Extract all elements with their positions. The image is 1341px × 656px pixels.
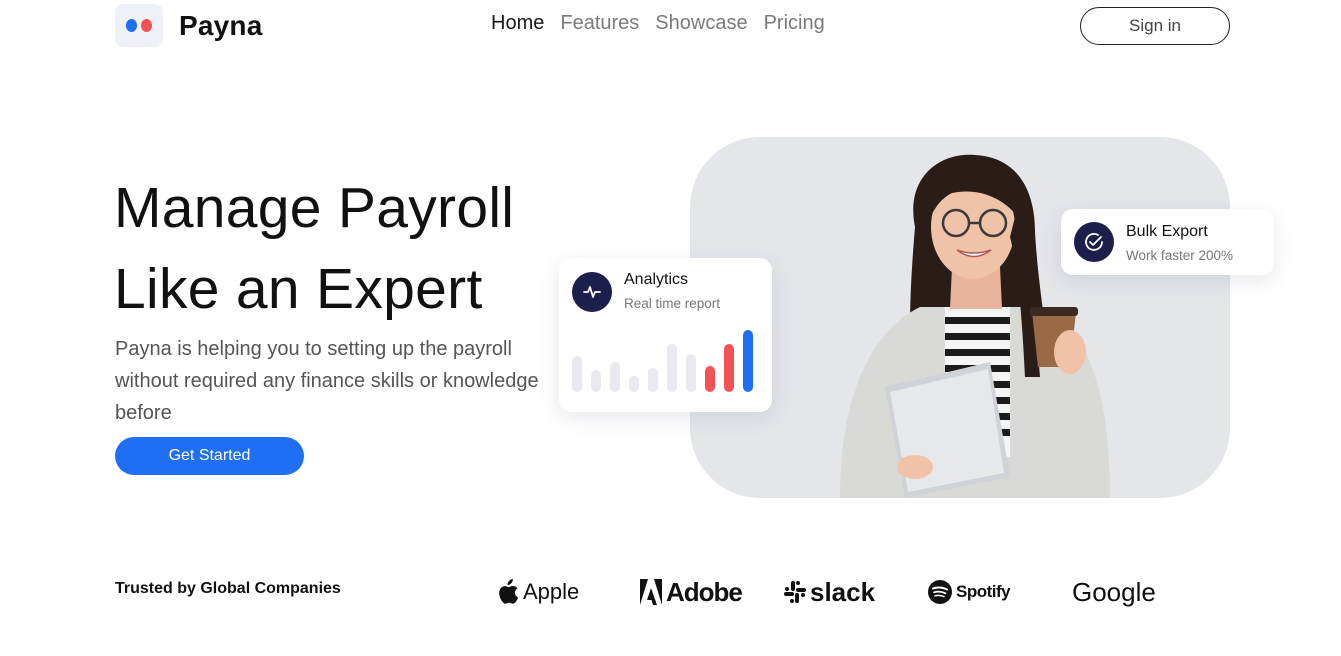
hero-title-line-2: Like an Expert bbox=[114, 257, 483, 321]
google-logo: Google bbox=[1072, 572, 1156, 612]
apple-icon bbox=[495, 578, 519, 606]
slack-icon bbox=[784, 581, 806, 603]
activity-icon bbox=[572, 272, 612, 312]
apple-logo: Apple bbox=[495, 572, 579, 612]
hero-description: Payna is helping you to setting up the p… bbox=[115, 338, 539, 424]
slack-logo: slack bbox=[784, 572, 875, 612]
spotify-icon bbox=[928, 580, 952, 604]
logo-dot-blue bbox=[126, 19, 137, 32]
mini-bar bbox=[743, 330, 753, 392]
mini-bar bbox=[705, 366, 715, 392]
mini-bar bbox=[591, 370, 601, 392]
analytics-card: Analytics Real time report bbox=[559, 258, 772, 412]
mini-bar bbox=[724, 344, 734, 392]
apple-logo-text: Apple bbox=[523, 579, 580, 604]
logo-dot-red bbox=[141, 19, 152, 32]
mini-bar bbox=[667, 344, 677, 392]
mini-bar bbox=[629, 376, 639, 392]
mini-bar bbox=[648, 368, 658, 392]
hero-title-line-1: Manage Payroll bbox=[114, 176, 515, 240]
hero-title: Manage Payroll Like an Expert bbox=[114, 168, 514, 330]
trusted-label: Trusted by Global Companies bbox=[115, 580, 341, 597]
bulk-export-card: Bulk Export Work faster 200% bbox=[1061, 209, 1274, 275]
spotify-logo-text: Spotify bbox=[956, 582, 1011, 601]
analytics-mini-bar-chart bbox=[572, 330, 753, 392]
analytics-title: Analytics bbox=[624, 271, 689, 288]
logo-mark bbox=[115, 4, 163, 47]
adobe-logo: Adobe bbox=[640, 572, 743, 612]
nav-home[interactable]: Home bbox=[491, 12, 544, 35]
nav-pricing[interactable]: Pricing bbox=[764, 12, 825, 35]
get-started-button[interactable]: Get Started bbox=[115, 437, 304, 475]
mini-bar bbox=[610, 362, 620, 392]
logo[interactable]: Payna bbox=[115, 4, 263, 47]
nav-showcase[interactable]: Showcase bbox=[655, 12, 747, 35]
check-circle-icon bbox=[1074, 222, 1114, 262]
brand-logos: Apple Adobe slack Spotify Google bbox=[495, 572, 1175, 614]
bulk-export-title: Bulk Export bbox=[1126, 223, 1208, 240]
mini-bar bbox=[686, 354, 696, 392]
bulk-export-subtitle: Work faster 200% bbox=[1126, 248, 1234, 263]
spotify-logo: Spotify bbox=[928, 572, 1011, 612]
logo-text: Payna bbox=[179, 9, 263, 41]
main-nav: Home Features Showcase Pricing bbox=[491, 12, 825, 35]
mini-bar bbox=[572, 356, 582, 392]
slack-logo-text: slack bbox=[810, 576, 876, 607]
adobe-logo-text: Adobe bbox=[666, 576, 743, 607]
adobe-icon bbox=[640, 579, 662, 605]
analytics-subtitle: Real time report bbox=[624, 296, 721, 311]
sign-in-button[interactable]: Sign in bbox=[1080, 7, 1230, 45]
google-logo-text: Google bbox=[1072, 576, 1156, 607]
nav-features[interactable]: Features bbox=[560, 12, 639, 35]
